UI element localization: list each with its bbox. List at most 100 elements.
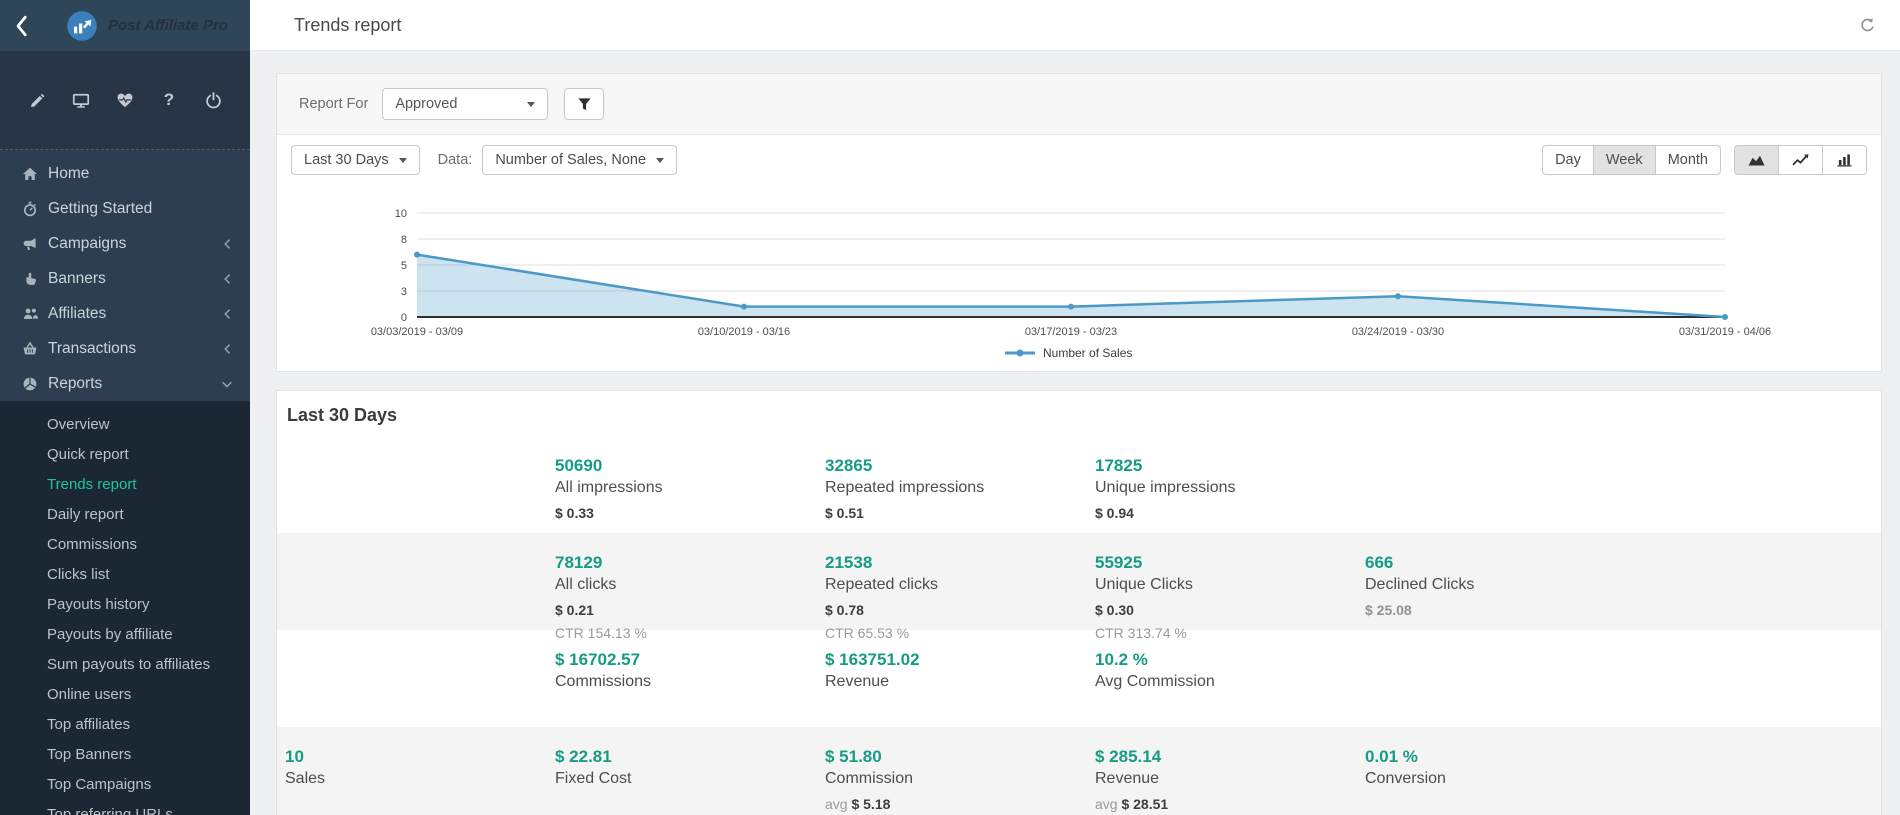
sidebar-item-label: Affiliates xyxy=(48,305,220,323)
sidebar-item-top-referring-urls[interactable]: Top referring URLs xyxy=(0,799,250,815)
svg-text:03/31/2019 - 04/06: 03/31/2019 - 04/06 xyxy=(1679,326,1771,338)
week-button[interactable]: Week xyxy=(1593,145,1656,175)
stat-repeated-clicks: 21538 Repeated clicks $ 0.78 CTR 65.53 % xyxy=(825,553,1095,641)
avg-value: $ 5.18 xyxy=(851,796,890,812)
svg-text:03/17/2019 - 03/23: 03/17/2019 - 03/23 xyxy=(1025,326,1117,338)
bar-chart-button[interactable] xyxy=(1822,145,1867,175)
caret-down-icon xyxy=(527,102,535,107)
svg-text:03/24/2019 - 03/30: 03/24/2019 - 03/30 xyxy=(1352,326,1444,338)
area-chart-button[interactable] xyxy=(1734,145,1779,175)
sidebar-item-label: Top affiliates xyxy=(47,716,130,733)
refresh-button[interactable] xyxy=(1856,14,1878,36)
sidebar-item-top-campaigns[interactable]: Top Campaigns xyxy=(0,769,250,799)
line-chart-button[interactable] xyxy=(1778,145,1823,175)
sidebar-item-label: Commissions xyxy=(47,536,137,553)
collapse-sidebar-button[interactable] xyxy=(14,14,44,38)
sidebar-item-label: Payouts by affiliate xyxy=(47,626,173,643)
svg-text:10: 10 xyxy=(395,208,407,220)
stat-label: Fixed Cost xyxy=(555,770,825,788)
sidebar-item-top-affiliates[interactable]: Top affiliates xyxy=(0,709,250,739)
svg-text:03/10/2019 - 03/16: 03/10/2019 - 03/16 xyxy=(698,326,790,338)
day-button[interactable]: Day xyxy=(1542,145,1594,175)
sidebar-item-payouts-by-affiliate[interactable]: Payouts by affiliate xyxy=(0,619,250,649)
svg-text:3: 3 xyxy=(401,286,407,298)
sidebar-item-label: Top referring URLs xyxy=(47,806,173,815)
sidebar-item-label: Home xyxy=(48,165,234,183)
sidebar-item-label: Clicks list xyxy=(47,566,110,583)
sidebar-item-top-banners[interactable]: Top Banners xyxy=(0,739,250,769)
stat-fixed-cost: $ 22.81 Fixed Cost xyxy=(555,747,825,815)
impressions-row: 50690 All impressions $ 0.33 32865 Repea… xyxy=(277,436,1881,533)
stat-value: $ 51.80 xyxy=(825,747,1095,767)
stat-label: Unique impressions xyxy=(1095,479,1365,497)
sidebar-item-home[interactable]: Home xyxy=(0,156,250,191)
stat-value: 0.01 % xyxy=(1365,747,1635,767)
trends-chart-card: Report For Approved Last 30 Days Data: N… xyxy=(276,73,1882,372)
stats-summary-card: Last 30 Days 50690 All impressions $ 0.3… xyxy=(276,390,1882,815)
stat-repeated-impressions: 32865 Repeated impressions $ 0.51 xyxy=(825,456,1095,533)
data-series-select[interactable]: Number of Sales, None xyxy=(482,145,677,175)
chevron-left-icon xyxy=(222,308,232,320)
logout-button[interactable] xyxy=(202,89,224,111)
report-for-select[interactable]: Approved xyxy=(382,88,548,120)
sidebar-item-reports[interactable]: Reports xyxy=(0,366,250,401)
sidebar: Post Affiliate Pro Home Getting Started … xyxy=(0,0,250,815)
sidebar-item-campaigns[interactable]: Campaigns xyxy=(0,226,250,261)
date-range-select[interactable]: Last 30 Days xyxy=(291,145,420,175)
sidebar-item-clicks-list[interactable]: Clicks list xyxy=(0,559,250,589)
stats-heading: Last 30 Days xyxy=(277,391,1881,436)
stat-value: 17825 xyxy=(1095,456,1365,476)
stat-label: Sales xyxy=(285,770,555,788)
sidebar-item-commissions[interactable]: Commissions xyxy=(0,529,250,559)
chevron-left-icon xyxy=(222,343,232,355)
stat-money: $ 0.30 xyxy=(1095,602,1365,618)
sidebar-item-label: Reports xyxy=(48,375,220,393)
stat-value: $ 163751.02 xyxy=(825,650,1095,670)
basket-icon xyxy=(22,341,38,357)
stat-label: Avg Commission xyxy=(1095,673,1365,691)
sidebar-item-daily-report[interactable]: Daily report xyxy=(0,499,250,529)
filter-button[interactable] xyxy=(564,88,604,120)
trends-chart-svg: 10853003/03/2019 - 03/0903/10/2019 - 03/… xyxy=(333,201,1833,367)
edit-button[interactable] xyxy=(26,89,48,111)
stat-label: Commissions xyxy=(555,673,825,691)
sidebar-item-sum-payouts-to-affiliates[interactable]: Sum payouts to affiliates xyxy=(0,649,250,679)
sidebar-item-overview[interactable]: Overview xyxy=(0,409,250,439)
sidebar-item-banners[interactable]: Banners xyxy=(0,261,250,296)
stat-money: $ 0.21 xyxy=(555,602,825,618)
sidebar-item-online-users[interactable]: Online users xyxy=(0,679,250,709)
stopwatch-icon xyxy=(22,201,38,217)
stat-label: All clicks xyxy=(555,576,825,594)
month-button[interactable]: Month xyxy=(1655,145,1721,175)
sidebar-item-payouts-history[interactable]: Payouts history xyxy=(0,589,250,619)
stat-unique-clicks: 55925 Unique Clicks $ 0.30 CTR 313.74 % xyxy=(1095,553,1365,641)
health-status-button[interactable] xyxy=(114,89,136,111)
sidebar-item-label: Top Campaigns xyxy=(47,776,151,793)
stat-value: 21538 xyxy=(825,553,1095,573)
reports-submenu: Overview Quick report Trends report Dail… xyxy=(0,401,250,815)
sidebar-item-getting-started[interactable]: Getting Started xyxy=(0,191,250,226)
megaphone-icon xyxy=(22,236,38,252)
sidebar-item-affiliates[interactable]: Affiliates xyxy=(0,296,250,331)
funnel-icon xyxy=(577,97,592,112)
caret-down-icon xyxy=(399,158,407,163)
sidebar-item-quick-report[interactable]: Quick report xyxy=(0,439,250,469)
stat-value: $ 22.81 xyxy=(555,747,825,767)
avg-label: avg xyxy=(825,796,848,812)
svg-text:03/03/2019 - 03/09: 03/03/2019 - 03/09 xyxy=(371,326,463,338)
stat-label: Repeated impressions xyxy=(825,479,1095,497)
stat-label: Declined Clicks xyxy=(1365,576,1635,594)
sidebar-item-trends-report[interactable]: Trends report xyxy=(0,469,250,499)
stat-value: 10 xyxy=(285,747,555,767)
help-button[interactable] xyxy=(158,89,180,111)
revenue-row: $ 16702.57 Commissions $ 163751.02 Reven… xyxy=(277,630,1881,727)
sidebar-item-label: Getting Started xyxy=(48,200,234,218)
stat-commissions: $ 16702.57 Commissions xyxy=(555,650,825,727)
site-preview-button[interactable] xyxy=(70,89,92,111)
stat-money: $ 25.08 xyxy=(1365,602,1635,618)
sidebar-item-label: Overview xyxy=(47,416,110,433)
stat-label: Commission xyxy=(825,770,1095,788)
sidebar-item-transactions[interactable]: Transactions xyxy=(0,331,250,366)
sidebar-item-label: Campaigns xyxy=(48,235,220,253)
stat-label: Conversion xyxy=(1365,770,1635,788)
